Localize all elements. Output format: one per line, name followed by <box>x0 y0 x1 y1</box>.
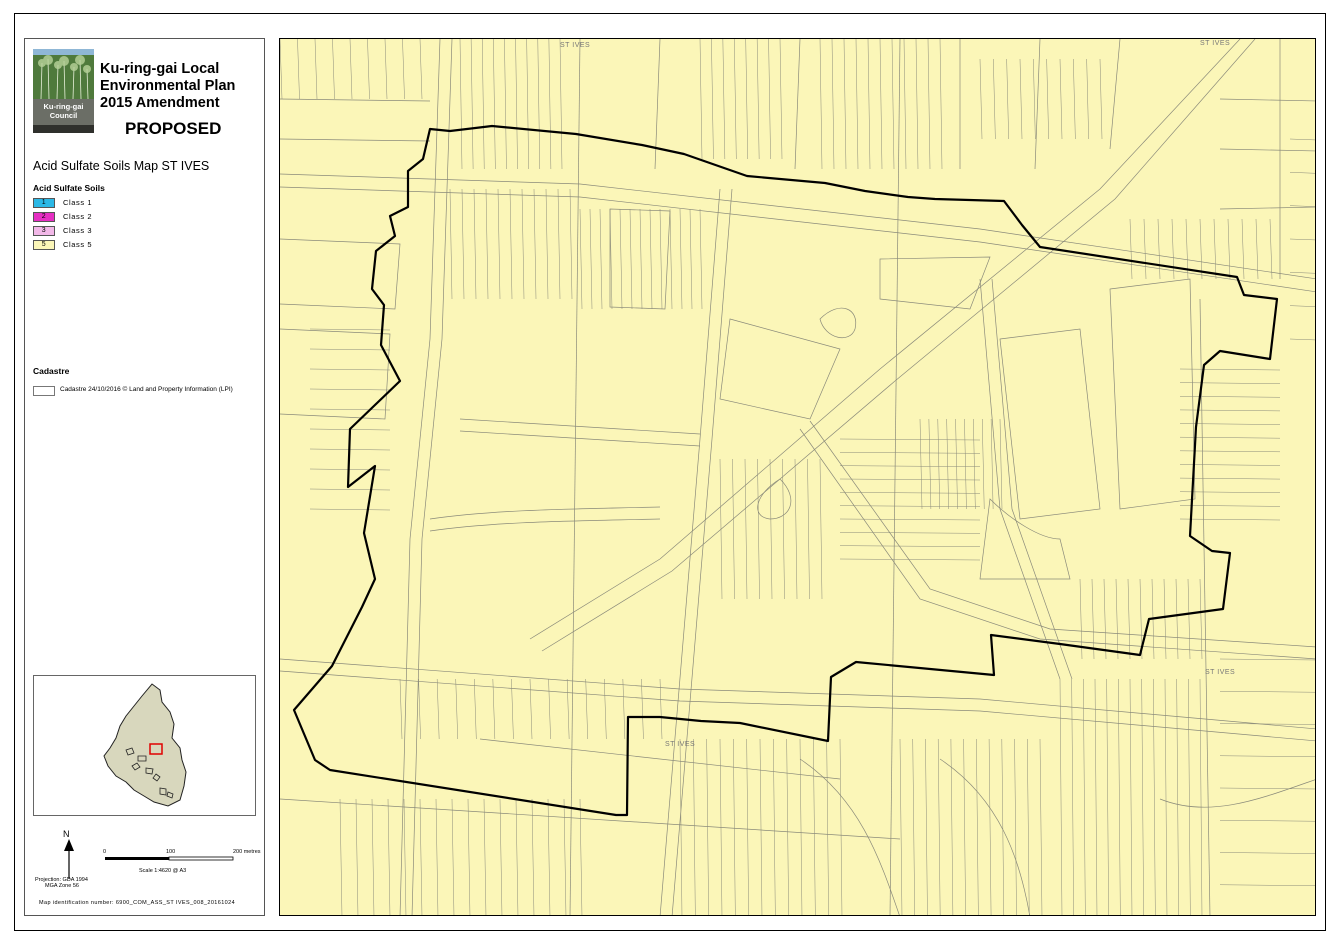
legend-title: Acid Sulfate Soils <box>33 183 105 193</box>
inset-lga-shape <box>103 683 187 807</box>
place-label-top-right: ST IVES <box>1200 40 1231 47</box>
map-name: Acid Sulfate Soils Map ST IVES <box>33 159 210 173</box>
map-identification: Map identification number: 6900_COM_ASS_… <box>39 900 236 906</box>
plan-title: Ku-ring-gai Local Environmental Plan 201… <box>100 61 235 112</box>
place-label-top-left: ST IVES <box>560 42 591 49</box>
legend-item-class-3: 3 Class 3 <box>33 226 253 236</box>
cadastre-title: Cadastre <box>33 366 70 376</box>
place-label-bottom: ST IVES <box>665 741 696 748</box>
cadastre-swatch <box>33 386 55 396</box>
status-label: PROPOSED <box>125 119 222 138</box>
scale-tick-100: 100 <box>166 849 176 855</box>
legend-item-class-1: 1 Class 1 <box>33 198 253 208</box>
legend-item-class-2: 2 Class 2 <box>33 212 253 222</box>
legend-panel: Ku-ring-gai Council Ku-ring-gai Local En… <box>24 38 265 916</box>
title-line-2: Environmental Plan <box>100 78 236 94</box>
scale-bar-white <box>168 856 234 861</box>
scale-tick-0: 0 <box>103 849 107 855</box>
projection-line-2: MGA Zone 56 <box>45 883 79 889</box>
class-3-swatch: 3 <box>33 226 55 236</box>
title-line-3: 2015 Amendment <box>100 95 220 111</box>
north-label: N <box>63 829 70 839</box>
legend-item-class-5: 5 Class 5 <box>33 240 253 250</box>
scale-ratio: Scale 1:4620 @ A3 <box>139 868 187 874</box>
class-2-swatch: 2 <box>33 212 55 222</box>
class-2-label: Class 2 <box>63 212 93 221</box>
class-3-label: Class 3 <box>63 226 93 235</box>
council-logo: Ku-ring-gai Council <box>33 49 94 133</box>
title-line-1: Ku-ring-gai Local <box>100 61 220 77</box>
class-5-label: Class 5 <box>63 240 93 249</box>
logo-text-1: Ku-ring-gai <box>44 102 84 111</box>
scale-bar-black <box>105 857 169 860</box>
class-1-label: Class 1 <box>63 198 93 207</box>
class-1-swatch: 1 <box>33 198 55 208</box>
place-label-right: ST IVES <box>1205 669 1236 676</box>
main-map[interactable]: ST IVES ST IVES ST IVES ST IVES <box>279 38 1316 916</box>
legend-item-cadastre: Cadastre 24/10/2016 © Land and Property … <box>33 386 263 396</box>
logo-text-2: Council <box>50 111 78 120</box>
cadastre-label: Cadastre 24/10/2016 © Land and Property … <box>60 386 233 393</box>
class-5-swatch: 5 <box>33 240 55 250</box>
scale-section: N 0 100 200 metres Scale 1:4620 @ A3 Pro… <box>33 829 263 889</box>
scale-tick-200: 200 metres <box>233 849 261 855</box>
locality-inset-map <box>33 675 256 816</box>
cadastre-layer <box>280 39 1315 915</box>
north-arrow-icon <box>64 839 74 851</box>
trees-logo-icon: Ku-ring-gai Council <box>33 49 94 133</box>
